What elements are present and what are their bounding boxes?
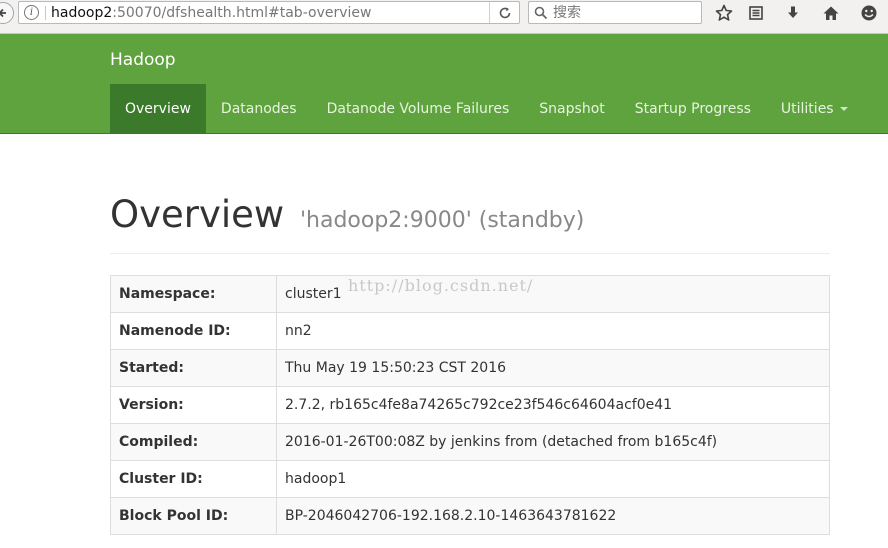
reload-button[interactable] [489,2,519,23]
brand-logo[interactable]: Hadoop [110,49,176,71]
home-icon [823,6,839,20]
page-subtitle: 'hadoop2:9000' (standby) [299,208,585,233]
row-label: Cluster ID: [110,460,277,498]
row-value: BP-2046042706-192.168.2.10-1463643781622 [276,497,830,535]
overview-table: Namespace: cluster1 Namenode ID: nn2 Sta… [110,275,830,535]
page-title-text: Overview [110,193,285,236]
search-input[interactable]: 搜索 [528,1,702,24]
search-placeholder: 搜索 [553,5,581,21]
reading-list-icon [749,6,763,20]
chevron-down-icon [839,106,848,111]
search-icon [534,6,548,20]
table-row: Cluster ID: hadoop1 [110,460,830,498]
row-value: Thu May 19 15:50:23 CST 2016 [276,349,830,387]
download-button[interactable] [782,3,804,23]
bookmark-star-button[interactable] [713,3,735,23]
row-value: hadoop1 [276,460,830,498]
row-label: Namespace: [110,275,277,313]
table-row: Version: 2.7.2, rb165c4fe8a74265c792ce23… [110,386,830,424]
row-label: Started: [110,349,277,387]
row-label: Block Pool ID: [110,497,277,535]
back-icon [0,8,6,18]
hadoop-navbar: Hadoop Overview Datanodes Datanode Volum… [0,34,888,134]
tab-utilities-label: Utilities [780,100,834,117]
url-text[interactable]: hadoop2:50070/dfshealth.html#tab-overvie… [51,4,371,22]
table-row: Started: Thu May 19 15:50:23 CST 2016 [110,349,830,387]
url-host: hadoop2 [51,5,113,21]
watermark: http://blog.csdn.net/ [348,276,534,295]
page-title: Overview 'hadoop2:9000' (standby) [110,194,830,242]
row-value: 2.7.2, rb165c4fe8a74265c792ce23f546c6460… [276,386,830,424]
row-value: nn2 [276,312,830,350]
tab-snapshot[interactable]: Snapshot [524,84,619,133]
url-bar[interactable]: i hadoop2:50070/dfshealth.html#tab-overv… [18,1,520,24]
table-row: Compiled: 2016-01-26T00:08Z by jenkins f… [110,423,830,461]
url-path: :50070/dfshealth.html#tab-overview [112,5,372,21]
bookmark-star-icon [715,4,733,21]
row-label: Compiled: [110,423,277,461]
reading-list-button[interactable] [745,3,767,23]
table-row: Block Pool ID: BP-2046042706-192.168.2.1… [110,497,830,535]
info-icon[interactable]: i [24,5,39,20]
smiley-button[interactable] [858,3,880,23]
download-icon [788,6,798,18]
back-button[interactable] [0,2,14,24]
table-row: Namenode ID: nn2 [110,312,830,350]
tab-utilities[interactable]: Utilities [766,84,863,133]
row-label: Version: [110,386,277,424]
browser-toolbar: i hadoop2:50070/dfshealth.html#tab-overv… [0,0,888,34]
tab-overview[interactable]: Overview [110,84,206,133]
row-label: Namenode ID: [110,312,277,350]
tab-datanodes[interactable]: Datanodes [206,84,312,133]
home-button[interactable] [820,3,842,23]
tab-datanode-volume-failures[interactable]: Datanode Volume Failures [312,84,525,133]
tab-startup-progress[interactable]: Startup Progress [620,84,766,133]
smiley-icon [861,5,877,21]
row-value: 2016-01-26T00:08Z by jenkins from (detac… [276,423,830,461]
page-header: Overview 'hadoop2:9000' (standby) [110,194,830,254]
url-separator [45,6,46,20]
reload-icon [499,7,510,18]
nav-tabs: Overview Datanodes Datanode Volume Failu… [110,84,863,133]
